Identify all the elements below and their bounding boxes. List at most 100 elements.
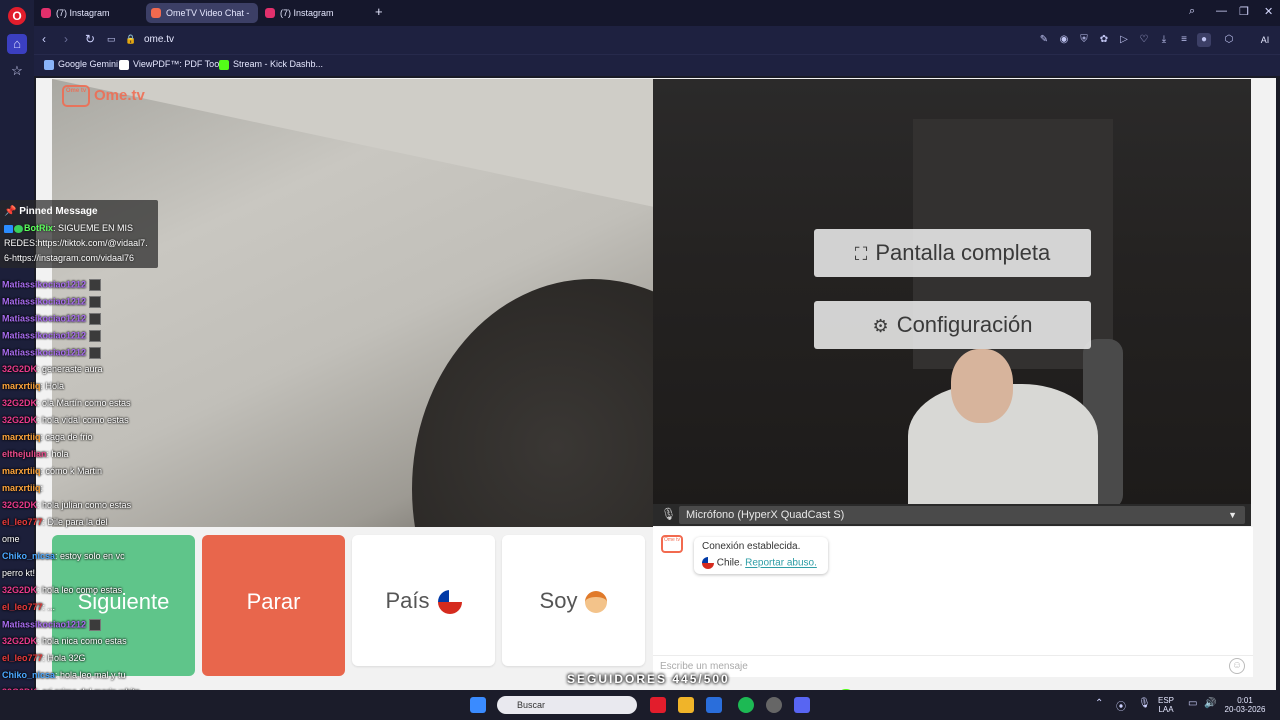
cube-icon[interactable]: ⬡ — [1222, 33, 1236, 47]
tab-ometv[interactable]: OmeTV Video Chat - — [146, 3, 258, 23]
discord-taskbar-icon[interactable] — [794, 697, 810, 713]
chevron-up-icon[interactable]: ⌃ — [1095, 698, 1103, 709]
app-taskbar-icon[interactable] — [706, 697, 722, 713]
chat-username[interactable]: marxrtiiq — [2, 466, 41, 476]
extensions-icon[interactable]: ✿ — [1097, 33, 1111, 47]
chat-username[interactable]: Chiko_nicsa — [2, 551, 55, 561]
ometv-logo[interactable]: Ome tv Ome.tv — [62, 85, 145, 107]
fullscreen-button[interactable]: ⛶ Pantalla completa — [814, 229, 1091, 277]
download-icon[interactable]: ⤓ — [1157, 33, 1171, 47]
home-icon[interactable]: ⌂ — [7, 34, 27, 54]
chat-username[interactable]: Matiassikociao1212 — [2, 296, 86, 306]
tab-snap-icon[interactable]: ▭ — [107, 34, 116, 45]
chat-username[interactable]: el_leo777 — [2, 653, 43, 663]
chat-message: Matiassikociao1212 — [2, 330, 102, 342]
language-indicator[interactable]: ESP LAA — [1158, 696, 1174, 714]
forward-icon[interactable]: › — [64, 32, 68, 46]
chat-message: Chiko_nicsa: estoy solo en vc — [2, 551, 125, 561]
bookmark-kick[interactable]: Stream - Kick Dashb... — [219, 59, 324, 70]
microphone-row: 🎙 Micrófono (HyperX QuadCast S) ▼ — [653, 504, 1251, 526]
chat-username[interactable]: 32G2DK — [2, 585, 37, 595]
close-icon[interactable]: ✕ — [1264, 5, 1273, 18]
clock[interactable]: 0:01 20-03-2026 — [1222, 696, 1268, 714]
chat-text: : Dile para la del — [42, 517, 108, 527]
pdf-icon — [119, 60, 129, 70]
star-icon[interactable]: ☆ — [7, 61, 27, 81]
pinned-title: 📌 Pinned Message — [4, 206, 98, 217]
bookmark-label: Google Gemini — [58, 59, 119, 69]
network-icon[interactable]: ▭ — [1188, 698, 1197, 709]
explorer-taskbar-icon[interactable] — [678, 697, 694, 713]
stop-button[interactable]: Parar — [202, 535, 345, 676]
chat-text: : hola julian como estas — [37, 500, 132, 510]
opera-logo-icon[interactable]: O — [8, 7, 26, 25]
chat-username[interactable]: el_leo777 — [2, 602, 43, 612]
profile-icon[interactable]: ● — [1197, 33, 1211, 47]
search-tabs-icon[interactable]: ⌕ — [1189, 5, 1195, 18]
chat-text: : estoy solo en vc — [55, 551, 125, 561]
menu-icon[interactable]: ≡ — [1177, 33, 1191, 47]
ai-button[interactable]: AI — [1252, 31, 1278, 49]
maximize-icon[interactable]: ❐ — [1239, 5, 1249, 18]
reload-icon[interactable]: ↻ — [85, 32, 95, 46]
chat-username[interactable]: 32G2DK — [2, 415, 37, 425]
chat-message: marxrtiiq: cómo k Martin — [2, 466, 102, 476]
gender-button[interactable]: Soy — [502, 535, 645, 666]
tab-instagram-2[interactable]: (7) Instagram — [260, 3, 368, 23]
tray-app-icon[interactable]: ⦿ — [1116, 698, 1126, 713]
settings-button[interactable]: ⚙ Configuración — [814, 301, 1091, 349]
volume-icon[interactable]: 🔊 — [1204, 698, 1216, 709]
opera-taskbar-icon[interactable] — [650, 697, 666, 713]
chat-username[interactable]: elthejulian — [2, 449, 47, 459]
windows-start-icon[interactable] — [470, 697, 486, 713]
chat-message: Chiko_nicsa: hola leo mal y tu — [2, 670, 126, 680]
back-icon[interactable]: ‹ — [42, 32, 46, 46]
bookmark-viewpdf[interactable]: ViewPDF™: PDF Too... — [119, 59, 227, 70]
country-text: Chile. — [716, 557, 743, 569]
minimize-icon[interactable]: — — [1216, 5, 1227, 17]
new-tab-button[interactable]: + — [375, 4, 383, 19]
bookmark-gemini[interactable]: Google Gemini — [44, 59, 119, 70]
chat-username[interactable]: Matiassikociao1212 — [2, 279, 86, 289]
tab-label: (7) Instagram — [56, 8, 110, 18]
url-field[interactable]: ome.tv — [144, 34, 174, 45]
connection-text: Conexión establecida. — [702, 541, 801, 552]
edit-icon[interactable]: ✎ — [1037, 33, 1051, 47]
chat-username[interactable]: 32G2DK — [2, 500, 37, 510]
microphone-select[interactable]: Micrófono (HyperX QuadCast S) ▼ — [679, 506, 1245, 524]
chat-username[interactable]: Matiassikociao1212 — [2, 313, 86, 323]
report-abuse-link[interactable]: Reportar abuso. — [745, 558, 817, 569]
chat-username[interactable]: 32G2DK — [2, 364, 37, 374]
chat-username[interactable]: Matiassikociao1212 — [2, 347, 86, 357]
chat-username[interactable]: marxrtiiq — [2, 432, 41, 442]
chat-username[interactable]: 32G2DK — [2, 398, 37, 408]
camera-icon[interactable]: ◉ — [1057, 33, 1071, 47]
chat-text: : hola vidal como estas — [37, 415, 129, 425]
chat-username[interactable]: Matiassikociao1212 — [2, 619, 86, 629]
spotify-taskbar-icon[interactable] — [738, 697, 754, 713]
followers-goal-label: SEGUIDORES 445/500 — [567, 672, 730, 686]
taskbar-search[interactable]: Buscar — [497, 696, 637, 714]
heart-icon[interactable]: ♡ — [1137, 33, 1151, 47]
chat-username[interactable]: marxrtiiq — [2, 381, 41, 391]
shield-icon[interactable]: ⛨ — [1077, 33, 1091, 47]
chat-message: Matiassikociao1212 — [2, 347, 102, 359]
app-taskbar-icon[interactable] — [766, 697, 782, 713]
country-button[interactable]: País — [352, 535, 495, 666]
chat-username[interactable]: marxrtiiq — [2, 483, 41, 493]
emoji-icon[interactable]: ☺ — [1229, 658, 1245, 674]
play-icon[interactable]: ▷ — [1117, 33, 1131, 47]
chat-username[interactable]: Matiassikociao1212 — [2, 330, 86, 340]
emote-icon — [89, 330, 102, 342]
tab-bar: (7) Instagram OmeTV Video Chat - (7) Ins… — [34, 0, 1280, 26]
tab-instagram-1[interactable]: (7) Instagram — [36, 3, 144, 23]
screen: O ⌂ ☆ (7) Instagram OmeTV Video Chat - (… — [0, 0, 1280, 720]
chat-text: ome — [2, 534, 20, 544]
microphone-icon[interactable]: 🎙 — [1138, 698, 1151, 709]
chat-username[interactable]: 32G2DK — [2, 636, 37, 646]
chat-username[interactable]: Chiko_nicsa — [2, 670, 55, 680]
bookmark-label: Stream - Kick Dashb... — [233, 59, 324, 69]
message-input[interactable]: Escribe un mensaje — [653, 655, 1253, 677]
chat-username[interactable]: el_leo777 — [2, 517, 43, 527]
chat-message: el_leo777: Hola 32G — [2, 653, 86, 663]
